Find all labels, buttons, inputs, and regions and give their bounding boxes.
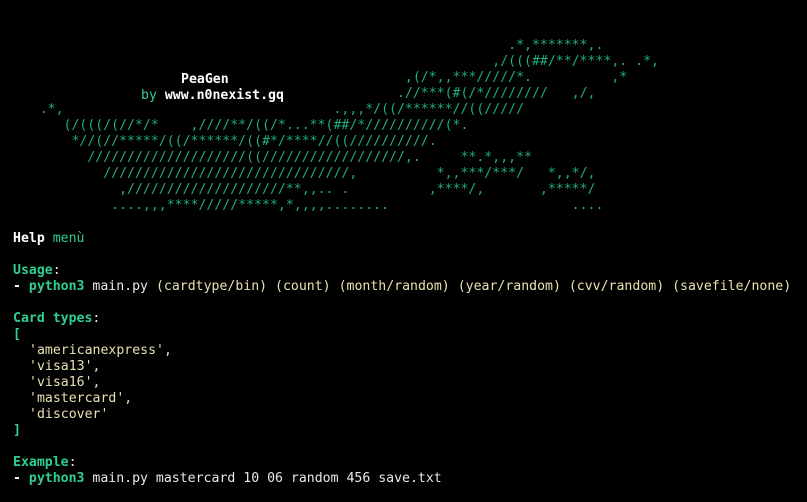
help-heading: Help menù (13, 231, 84, 247)
ascii-line: ,(/*,,***/////*. ,* (0, 70, 628, 85)
usage-label: Usage (13, 263, 53, 278)
ascii-line: ,/(((##/**/****,. .*, (0, 54, 659, 69)
ascii-line: ////////////////////((//////////////////… (0, 150, 532, 165)
ascii-line: (/(((/(//*/* ,////**/((/*...**(##/*/////… (0, 118, 469, 133)
app-title: PeaGen (181, 72, 229, 87)
example-rest: main.py mastercard 10 06 random 456 save… (84, 471, 442, 486)
card-type-item: 'discover' (29, 407, 109, 422)
card-type-item: 'mastercard', (29, 391, 133, 406)
usage-heading: Usage: (13, 263, 61, 279)
card-type-item: 'visa16', (29, 375, 101, 390)
help-word: Help (13, 231, 45, 246)
card-types-heading: Card types: (13, 311, 100, 327)
ascii-line: *//(//*****/((/******/((#*/****//((/////… (0, 134, 437, 149)
usage-command-line: - python3 main.py (cardtype/bin) (count)… (13, 279, 791, 295)
usage-arg: (cardtype/bin) (155, 279, 268, 294)
ascii-line: .*,*******,. (0, 38, 604, 53)
card-type-item: 'visa13', (29, 359, 101, 374)
example-command-line: - python3 main.py mastercard 10 06 rando… (13, 471, 442, 487)
usage-arg: (savefile/none) (672, 279, 792, 294)
ascii-line: ....,,,****/////*****,*,,,,........ .... (0, 198, 604, 213)
terminal-window: .*,*******,. ,/(((##/**/****,. .*, ,(/*,… (0, 0, 807, 502)
example-heading: Example: (13, 455, 77, 471)
list-close-bracket: ] (13, 423, 21, 438)
list-open-bracket: [ (13, 327, 21, 342)
usage-script: main.py (84, 279, 156, 294)
usage-arg: (count) (275, 279, 331, 294)
ascii-line: .//***(#(/*//////// ,/, (0, 86, 596, 101)
usage-python-cmd: python3 (28, 279, 85, 294)
ascii-line: ///////////////////////////////, *,,***/… (0, 166, 596, 181)
ascii-line: .*, .,,,*/((/******//((///// (0, 102, 525, 117)
usage-colon: : (52, 263, 61, 278)
author-line: by www.n0nexist.gq (141, 88, 284, 104)
usage-dash: - (13, 279, 29, 294)
example-python-cmd: python3 (28, 471, 85, 486)
card-type-item: 'americanexpress', (29, 343, 172, 358)
card-types-colon: : (92, 311, 101, 326)
ascii-line: ,////////////////////**,,.. . ,****/, ,*… (0, 182, 596, 197)
example-label: Example (13, 455, 69, 470)
card-types-label: Card types (13, 311, 93, 326)
example-dash: - (13, 471, 29, 486)
usage-arg: (month/random) (338, 279, 450, 294)
menu-word: menù (52, 231, 85, 246)
usage-arg: (cvv/random) (568, 279, 665, 294)
website-link: www.n0nexist.gq (164, 88, 284, 103)
example-colon: : (68, 455, 77, 470)
by-label: by (141, 88, 157, 103)
usage-arg: (year/random) (457, 279, 561, 294)
